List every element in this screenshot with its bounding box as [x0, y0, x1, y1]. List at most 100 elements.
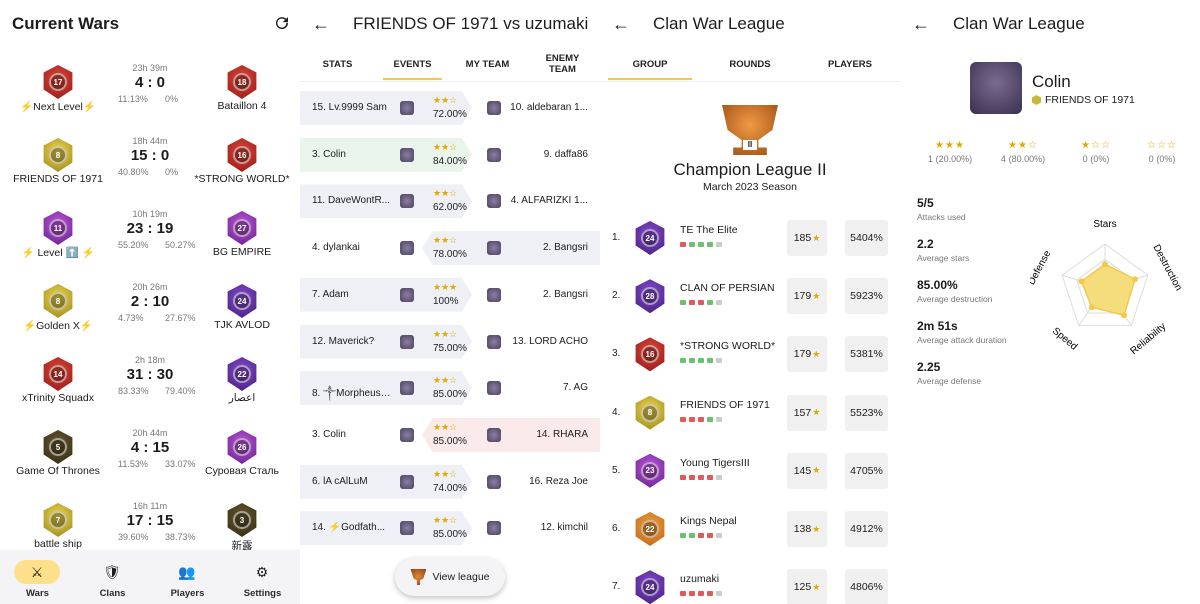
clan-level: 28: [641, 287, 659, 306]
star-icons: ★★★: [935, 140, 965, 151]
defender-name: 16. Reza Joe: [529, 475, 588, 487]
radar-axis-label: Destruction: [1150, 243, 1183, 293]
war-row[interactable]: 5 26 Game Of Thrones Суровая Сталь 20h 44m 4 …: [0, 428, 300, 500]
clan-level: 8: [49, 292, 67, 310]
group-clan-row[interactable]: 2. 28 CLAN OF PERSIAN 179 ★ 5923%: [600, 276, 900, 316]
tab-my-team[interactable]: MY TEAM: [450, 46, 525, 82]
defender-townhall-icon: [487, 194, 501, 209]
attack-destruction: 100%: [433, 295, 459, 307]
round-result-dot: [698, 533, 704, 538]
event-row[interactable]: 8. ༒Morpheus༒ ★★☆ 85.00% 7. AG: [300, 371, 600, 406]
group-clan-row[interactable]: 6. 22 Kings Nepal 138 ★ 4912%: [600, 509, 900, 549]
clan-rank: 6.: [612, 523, 621, 534]
war-time-remaining: 2h 18m: [134, 355, 166, 365]
round-result-dot: [716, 474, 722, 480]
attack-stars: ★★☆: [433, 141, 458, 152]
clan-badge-icon: 17: [43, 65, 73, 99]
attack-destruction: 84.00%: [433, 155, 467, 167]
defender-name: 2. Bangsri: [542, 288, 588, 300]
event-row[interactable]: 15. Lv.9999 Sam ★★☆ 72.00% 10. aldebaran 1.…: [300, 91, 600, 125]
nav-players[interactable]: 👥 Players: [150, 550, 225, 604]
clan-name: FRIENDS OF 1971: [680, 398, 770, 411]
radar-point: [1102, 261, 1108, 268]
group-clan-row[interactable]: 3. 16 *STRONG WORLD* 179 ★ 5381%: [600, 334, 900, 374]
group-clan-row[interactable]: 5. 23 Young TigersIII 145 ★ 4705%: [600, 451, 900, 491]
round-result-dot: [689, 300, 695, 306]
war-row[interactable]: 8 16 FRIENDS OF 1971 *STRONG WORLD* 18h 44m 1…: [0, 136, 300, 208]
war-score: 2 : 10: [130, 293, 170, 310]
refresh-icon[interactable]: [273, 14, 291, 32]
round-result-dot: [680, 416, 686, 422]
clan-level: 7: [49, 511, 67, 529]
defender-townhall-icon: [487, 287, 501, 302]
nav-wars[interactable]: ⚔ Wars: [0, 550, 75, 604]
attack-stars: ★★☆: [433, 421, 458, 432]
nav-clans[interactable]: 🛡 Clans: [75, 550, 150, 604]
attacker-name: 15. Lv.9999 Sam: [312, 102, 387, 113]
back-arrow-icon[interactable]: ←: [912, 14, 932, 34]
attack-stars: ★★☆: [433, 515, 458, 526]
war-row[interactable]: 8 24 ⚡Golden X⚡ TJK AVLOD 20h 26m 2 : 10 4.73%…: [0, 282, 300, 354]
event-row[interactable]: 3. Colin ★★☆ 85.00% 14. RHARA: [300, 417, 600, 452]
war-row[interactable]: 14 22 xTrinity Squadx اعصار 2h 18m 31 : 30 83.…: [0, 355, 300, 427]
round-result-dot: [716, 358, 722, 364]
attacker-name: 6. lA cAlLuM: [312, 475, 368, 487]
view-league-button[interactable]: View league: [395, 558, 505, 596]
back-arrow-icon[interactable]: ←: [312, 14, 332, 34]
tab-group[interactable]: GROUP: [600, 46, 700, 82]
nav-label: Wars: [26, 588, 49, 599]
group-clan-row[interactable]: 7. 24 uzumaki 125 ★ 4806%: [600, 567, 900, 604]
clan-badge-icon: 3: [227, 503, 257, 537]
home-destruction: 83.33%: [118, 386, 149, 396]
people-icon: 👥: [178, 563, 196, 580]
star-count-value: 0: [1082, 154, 1088, 164]
defender-townhall-icon: [487, 381, 501, 396]
event-row[interactable]: 7. Adam ★★★ 100% 2. Bangsri: [300, 277, 600, 312]
round-results: [680, 300, 722, 306]
star-count-value: 1: [927, 154, 933, 164]
home-destruction: 39.60%: [118, 532, 149, 542]
nav-settings[interactable]: ⚙ Settings: [225, 550, 300, 604]
defender-townhall-icon: [487, 474, 501, 489]
clan-level: 11: [49, 219, 67, 237]
tab-enemy-team[interactable]: ENEMY TEAM: [525, 46, 600, 82]
player-stat: 2.2 Average stars: [917, 237, 969, 263]
attack-stars: ★★☆: [433, 328, 458, 339]
tab-events[interactable]: EVENTS: [375, 46, 450, 82]
clan-stars: 145 ★: [787, 452, 827, 489]
clan-name: CLAN OF PERSIAN: [680, 282, 775, 295]
back-arrow-icon[interactable]: ←: [612, 14, 632, 34]
event-row[interactable]: 4. dylankai ★★☆ 78.00% 2. Bangsri: [300, 231, 600, 266]
clan-level: 24: [641, 229, 659, 247]
defender-name: 7. AG: [562, 382, 588, 394]
event-row[interactable]: 6. lA cAlLuM ★★☆ 74.00% 16. Reza Joe: [300, 464, 600, 499]
clan-level: 14: [49, 365, 67, 383]
attacker-name: 3. Colin: [312, 428, 346, 440]
attack-destruction: 85.00%: [433, 389, 467, 401]
clan-name: Young TigersIII: [680, 456, 750, 469]
tab-stats[interactable]: STATS: [300, 46, 375, 82]
tab-players[interactable]: PLAYERS: [800, 46, 900, 82]
group-clan-row[interactable]: 4. 8 FRIENDS OF 1971 157 ★ 5523%: [600, 393, 900, 433]
war-time-remaining: 20h 44m: [132, 428, 168, 438]
clan-badge-icon: 23: [635, 453, 665, 488]
clan-level: 16: [641, 345, 659, 364]
event-row[interactable]: 3. Colin ★★☆ 84.00% 9. daffa86: [300, 137, 600, 172]
war-row[interactable]: 11 27 ⚡ Level ⬆️ ⚡ BG EMPIRE 10h 19m 23 : 19 5…: [0, 209, 300, 281]
enemy-destruction: 50.27%: [165, 240, 196, 250]
radar-point: [1121, 312, 1128, 319]
round-results: [680, 358, 722, 364]
attacker-townhall-icon: [400, 521, 414, 536]
league-name: Champion League II: [673, 160, 827, 179]
tab-rounds[interactable]: ROUNDS: [700, 46, 800, 82]
group-clan-row[interactable]: 1. 24 TE The Elite 185 ★ 5404%: [600, 218, 900, 258]
war-row[interactable]: 17 18 ⚡Next Level⚡ Bataillon 4 23h 39m 4 : 0 1…: [0, 63, 300, 135]
event-row[interactable]: 14. ⚡Godfath... ★★☆ 85.00% 12. kimchil: [300, 511, 600, 546]
attacker-name: 12. Maverick?: [312, 335, 375, 347]
star-count-percent: (80.00%): [1008, 154, 1046, 164]
round-result-dot: [689, 591, 695, 597]
player-clan-name: FRIENDS OF 1971: [1045, 94, 1135, 106]
home-clan-name: FRIENDS OF 1971: [13, 173, 103, 185]
event-row[interactable]: 11. DaveWontR... ★★☆ 62.00% 4. ALFARIZKI 1.…: [300, 184, 600, 219]
event-row[interactable]: 12. Maverick? ★★☆ 75.00% 13. LORD ACHO: [300, 324, 600, 359]
